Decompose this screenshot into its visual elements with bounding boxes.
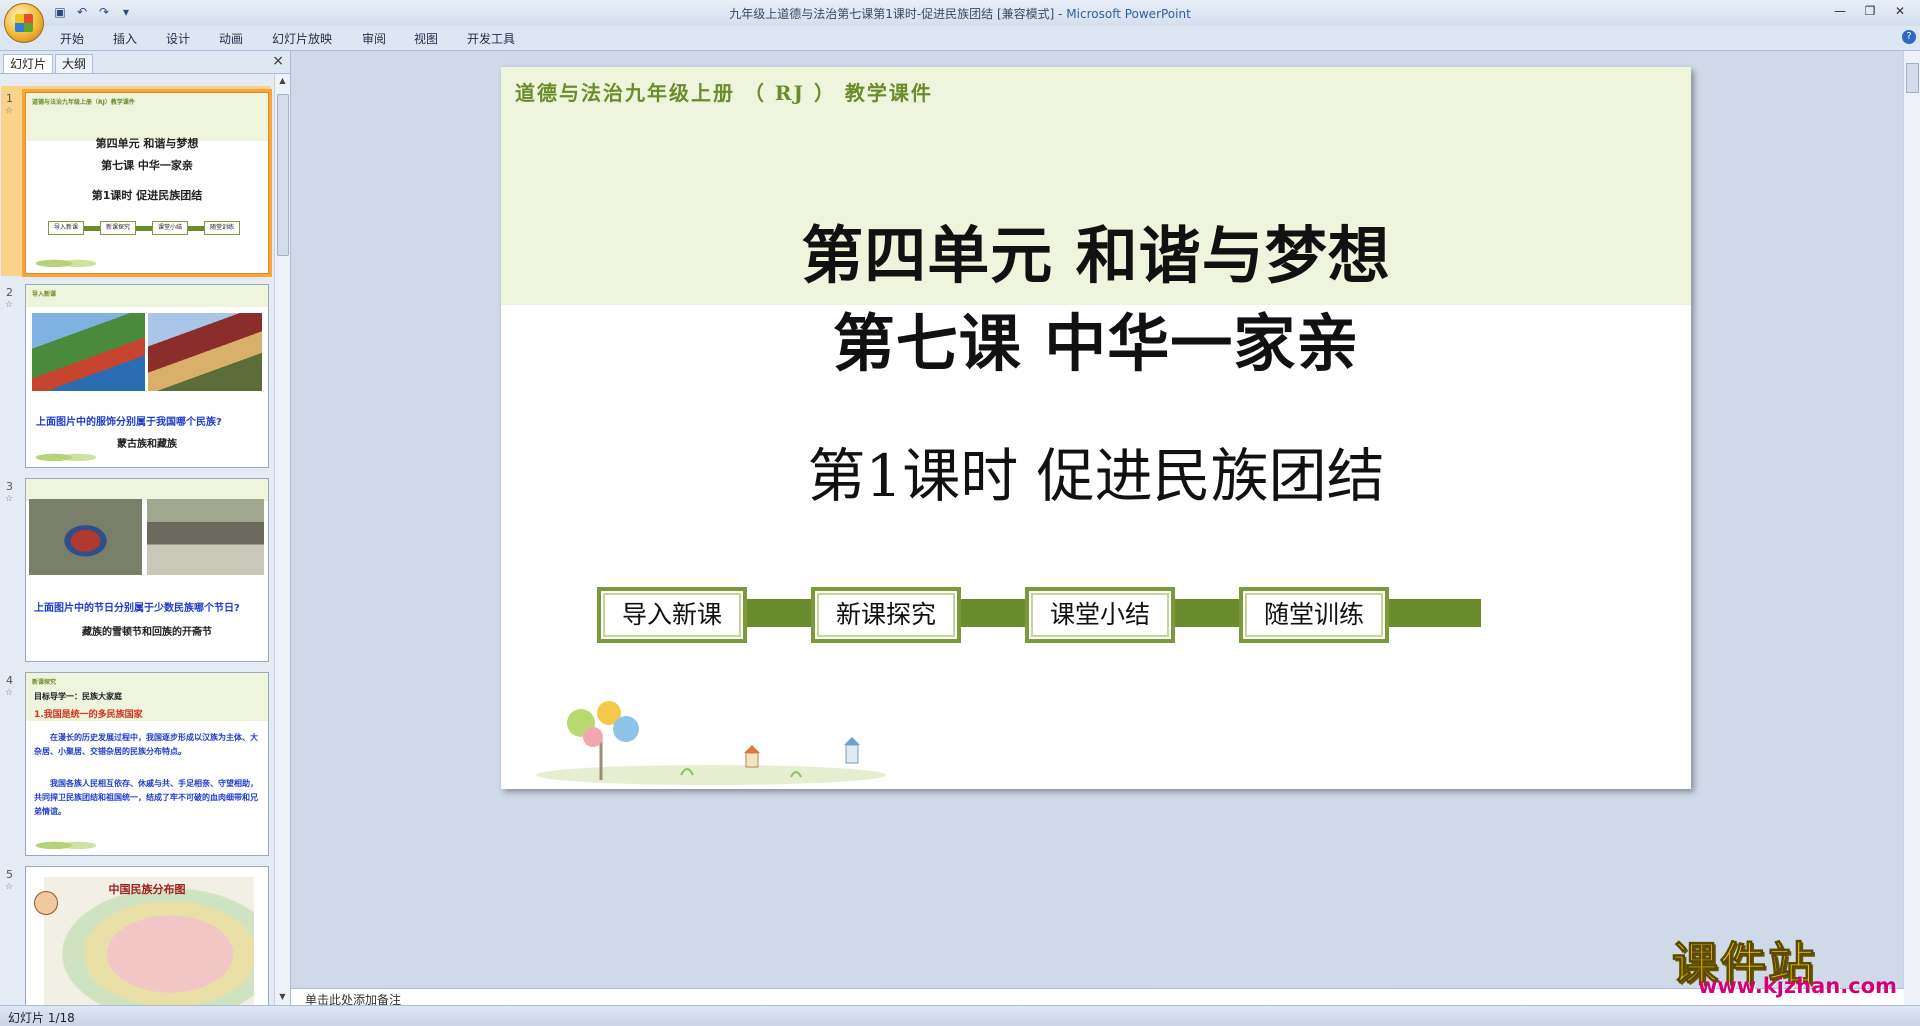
shoton-festival-photo [29, 499, 142, 575]
thumb-decoration [36, 255, 96, 269]
office-button[interactable] [4, 3, 44, 43]
thumbnail-item[interactable]: 3 ☆ 上面图片中的节日分别属于少数民族哪个节日? 藏族的雪顿节和回族的开斋节 [0, 478, 274, 668]
tibetan-costume-photo [148, 313, 262, 391]
ribbon-tabs: 开始 插入 设计 动画 幻灯片放映 审阅 视图 开发工具 [0, 26, 1920, 51]
slide-number: 3 [6, 480, 13, 493]
close-icon[interactable]: ✕ [1886, 2, 1914, 20]
unit-title: 第四单元 和谐与梦想 [801, 219, 1391, 292]
restore-icon[interactable]: ❐ [1856, 2, 1884, 20]
period-title: 第1课时 促进民族团结 [807, 442, 1385, 510]
animation-icon: ☆ [5, 882, 14, 892]
animation-icon: ☆ [5, 300, 14, 310]
window-title: 九年级上道德与法治第七课第1课时-促进民族团结 [兼容模式] - Microso… [0, 5, 1920, 22]
pane-tabs: 幻灯片 大纲 × [0, 51, 290, 74]
thumb-nav-box: 随堂训练 [204, 221, 240, 235]
app-name: Microsoft PowerPoint [1066, 7, 1191, 21]
tab-outline[interactable]: 大纲 [55, 54, 94, 73]
minimize-icon[interactable]: — [1826, 2, 1854, 20]
thumb-band [26, 285, 268, 307]
tab-slides[interactable]: 幻灯片 [3, 54, 54, 73]
scroll-thumb[interactable] [1906, 63, 1919, 93]
status-bar: 幻灯片 1/18 [0, 1005, 1920, 1026]
slide-number: 4 [6, 674, 13, 687]
thumb-subtitle: 目标导学一：民族大家庭 [34, 692, 122, 701]
animation-icon: ☆ [5, 106, 14, 116]
thumbnail-item[interactable]: 1 ☆ 道德与法治九年级上册（RJ）教学课件 第四单元 和谐与梦想 第七课 中华… [0, 89, 274, 277]
slides-pane: 幻灯片 大纲 × 1 ☆ 道德与法治九年级上册（RJ）教学课件 第四单元 和谐与… [0, 51, 291, 1005]
slide-thumbnail[interactable]: 中国民族分布图 [25, 866, 269, 1005]
slide-header: 道德与法治九年级上册 （ RJ ） 教学课件 [515, 81, 933, 105]
thumbnail-list: 1 ☆ 道德与法治九年级上册（RJ）教学课件 第四单元 和谐与梦想 第七课 中华… [0, 74, 274, 1005]
tab-view[interactable]: 视图 [414, 30, 438, 47]
thumb-header: 道德与法治九年级上册（RJ）教学课件 [32, 99, 135, 106]
animation-icon: ☆ [5, 688, 14, 698]
editor-scrollbar[interactable] [1903, 51, 1920, 1005]
slide-thumbnail[interactable]: 上面图片中的节日分别属于少数民族哪个节日? 藏族的雪顿节和回族的开斋节 [25, 478, 269, 662]
summary-button[interactable]: 课堂小结 [1025, 587, 1175, 643]
thumb-band [26, 479, 268, 501]
window-controls: — ❐ ✕ [1826, 2, 1914, 20]
thumb-decoration [36, 449, 96, 463]
tab-developer[interactable]: 开发工具 [467, 30, 515, 47]
slide-editor: 道德与法治九年级上册 （ RJ ） 教学课件 第四单元 和谐与梦想 第七课 中华… [291, 51, 1920, 1007]
thumb-header: 导入新课 [32, 291, 57, 298]
intro-button[interactable]: 导入新课 [597, 587, 747, 643]
animation-icon: ☆ [5, 494, 14, 504]
thumb-paragraph: 我国各族人民相互依存、休戚与共、手足相亲、守望相助，共同捍卫民族团结和祖国统一，… [34, 779, 258, 816]
eid-festival-photo [147, 499, 264, 575]
tab-design[interactable]: 设计 [166, 30, 190, 47]
document-title: 九年级上道德与法治第七课第1课时-促进民族团结 [兼容模式] - [729, 7, 1067, 21]
explore-button[interactable]: 新课探究 [811, 587, 961, 643]
current-slide[interactable]: 道德与法治九年级上册 （ RJ ） 教学课件 第四单元 和谐与梦想 第七课 中华… [501, 67, 1691, 789]
office-logo-icon [15, 14, 33, 32]
thumb-decoration [36, 837, 96, 851]
slide-number: 2 [6, 286, 13, 299]
scroll-up-icon[interactable]: ▲ [277, 76, 288, 87]
title-bar: ▣ ↶ ↷ ▾ 九年级上道德与法治第七课第1课时-促进民族团结 [兼容模式] -… [0, 0, 1920, 26]
scroll-down-icon[interactable]: ▼ [277, 992, 288, 1003]
teacher-avatar [34, 891, 58, 915]
thumb-question: 上面图片中的服饰分别属于我国哪个民族? [36, 417, 222, 428]
tree-house-decoration [536, 701, 886, 785]
map-title: 中国民族分布图 [108, 883, 186, 896]
thumb-line: 第1课时 促进民族团结 [91, 189, 203, 202]
tab-insert[interactable]: 插入 [113, 30, 137, 47]
thumb-question: 上面图片中的节日分别属于少数民族哪个节日? [34, 603, 240, 614]
thumb-point: 1.我国是统一的多民族国家 [34, 710, 143, 720]
slide-thumbnail[interactable]: 道德与法治九年级上册（RJ）教学课件 第四单元 和谐与梦想 第七课 中华一家亲 … [22, 89, 272, 277]
slide-number: 1 [6, 92, 13, 105]
practice-button[interactable]: 随堂训练 [1239, 587, 1389, 643]
thumb-line: 第四单元 和谐与梦想 [95, 137, 199, 150]
notes-pane[interactable]: 单击此处添加备注 [291, 988, 1904, 1007]
tab-animations[interactable]: 动画 [219, 30, 243, 47]
slide-thumbnail[interactable]: 导入新课 上面图片中的服饰分别属于我国哪个民族? 蒙古族和藏族 [25, 284, 269, 468]
close-icon[interactable]: × [272, 53, 284, 69]
thumb-nav-box: 课堂小结 [152, 221, 188, 235]
mongolian-costume-photo [32, 313, 145, 391]
tab-slideshow[interactable]: 幻灯片放映 [272, 30, 332, 47]
thumb-paragraph: 在漫长的历史发展过程中，我国逐步形成以汉族为主体、大杂居、小聚居、交错杂居的民族… [34, 733, 258, 756]
thumb-line: 第七课 中华一家亲 [101, 159, 193, 172]
slide-number: 5 [6, 868, 13, 881]
thumb-nav-box: 导入新课 [48, 221, 84, 235]
help-icon[interactable]: ? [1902, 30, 1916, 44]
thumb-header: 新课探究 [32, 679, 57, 686]
tab-review[interactable]: 审阅 [362, 30, 386, 47]
watermark-url: www.kjzhan.com [1698, 974, 1898, 998]
thumbnail-item[interactable]: 4 ☆ 新课探究 目标导学一：民族大家庭 1.我国是统一的多民族国家 在漫长的历… [0, 672, 274, 862]
lesson-title: 第七课 中华一家亲 [832, 307, 1360, 380]
site-watermark: 课件站 www.kjzhan.com [1672, 928, 1912, 1004]
tab-home[interactable]: 开始 [60, 30, 84, 47]
scroll-thumb[interactable] [277, 94, 289, 256]
slide-thumbnail[interactable]: 新课探究 目标导学一：民族大家庭 1.我国是统一的多民族国家 在漫长的历史发展过… [25, 672, 269, 856]
thumbnail-scrollbar[interactable]: ▲ ▼ [274, 74, 290, 1005]
thumbnail-item[interactable]: 2 ☆ 导入新课 上面图片中的服饰分别属于我国哪个民族? 蒙古族和藏族 [0, 284, 274, 474]
thumb-answer: 藏族的雪顿节和回族的开斋节 [82, 627, 212, 638]
slide-counter: 幻灯片 1/18 [8, 1011, 75, 1025]
thumb-answer: 蒙古族和藏族 [117, 439, 177, 450]
thumbnail-item[interactable]: 5 ☆ 中国民族分布图 [0, 866, 274, 1005]
thumb-nav-box: 新课探究 [100, 221, 136, 235]
